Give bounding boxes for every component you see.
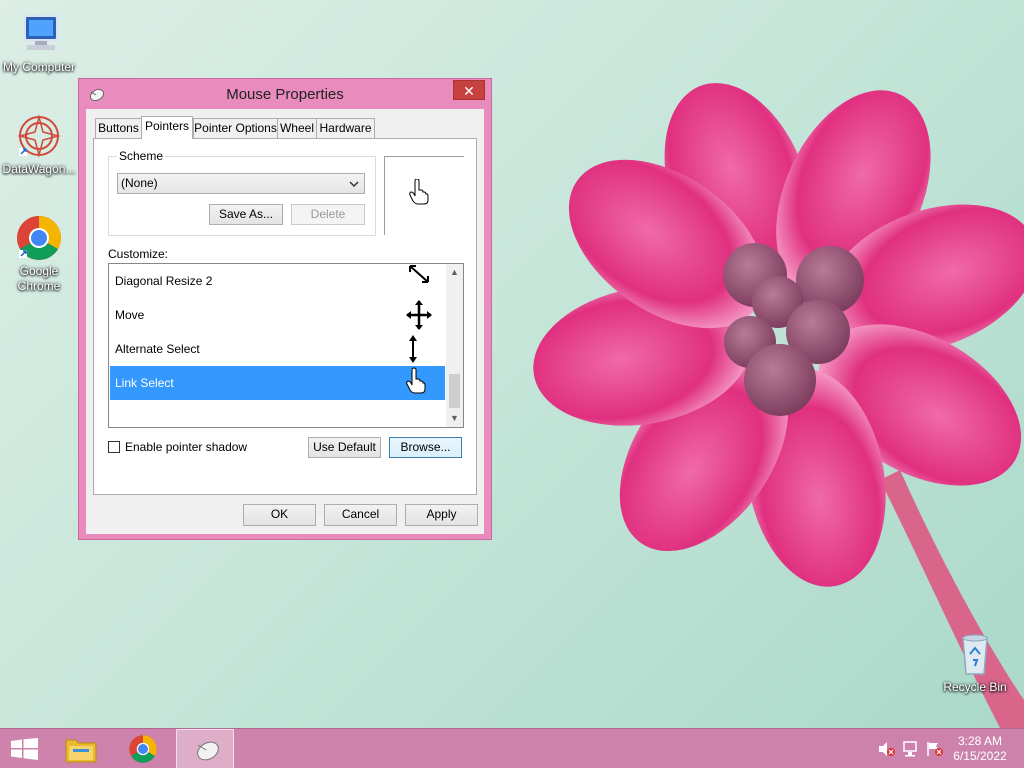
action-center-flag-icon[interactable] — [926, 741, 944, 757]
datawagon-logo-icon — [15, 112, 63, 160]
chevron-down-icon — [349, 181, 359, 188]
use-default-label: Use Default — [313, 440, 376, 454]
taskbar: 3:28 AM 6/15/2022 — [0, 728, 1024, 768]
enable-pointer-shadow-label: Enable pointer shadow — [125, 440, 248, 454]
tab-label: Wheel — [279, 121, 314, 135]
desktop-icon-recycle-bin[interactable]: Recycle Bin — [936, 630, 1014, 695]
speaker-muted-icon[interactable] — [878, 741, 896, 757]
save-as-label: Save As... — [218, 207, 274, 221]
pointer-row-link-select[interactable]: Link Select — [110, 366, 445, 400]
desktop-icon-label: My Computer — [2, 60, 76, 74]
close-icon: ✕ — [463, 83, 475, 99]
pointer-row-diagonal-resize-2[interactable]: Diagonal Resize 2 — [110, 264, 445, 298]
clock[interactable]: 3:28 AM 6/15/2022 — [950, 734, 1010, 764]
save-as-button[interactable]: Save As... — [209, 204, 283, 225]
pointer-name: Link Select — [115, 376, 174, 390]
desktop-icon-my-computer[interactable]: My Computer — [0, 10, 78, 75]
system-tray: 3:28 AM 6/15/2022 — [864, 729, 1024, 768]
tab-label: Buttons — [98, 121, 139, 135]
close-button[interactable]: ✕ — [453, 80, 485, 100]
ok-button[interactable]: OK — [243, 504, 316, 526]
pointer-list-scrollbar[interactable]: ▲ ▼ — [446, 264, 463, 427]
vertical-resize-icon — [409, 335, 417, 363]
network-icon[interactable] — [902, 741, 920, 757]
scroll-up-arrow-icon[interactable]: ▲ — [446, 264, 463, 281]
customize-label: Customize: — [108, 247, 169, 261]
use-default-button[interactable]: Use Default — [308, 437, 381, 458]
taskbar-mouse-properties[interactable] — [176, 729, 234, 768]
scheme-label: Scheme — [117, 149, 166, 163]
move-icon — [406, 300, 432, 330]
taskbar-file-explorer[interactable] — [52, 729, 110, 768]
browse-button[interactable]: Browse... — [389, 437, 462, 458]
diagonal-resize-icon — [409, 265, 429, 283]
scheme-dropdown[interactable]: (None) — [117, 173, 365, 194]
cancel-label: Cancel — [341, 507, 380, 521]
folder-icon — [65, 739, 97, 763]
delete-label: Delete — [310, 207, 346, 221]
mouse-properties-dialog: Mouse Properties ✕ Buttons Pointers Poin… — [78, 78, 492, 540]
pointer-list[interactable]: Diagonal Resize 2 Move Alternate Select — [108, 263, 464, 428]
hand-pointer-icon — [409, 179, 429, 205]
dialog-title: Mouse Properties — [226, 86, 344, 103]
desktop-icon-label: Google Chrome — [17, 264, 61, 293]
scroll-down-arrow-icon[interactable]: ▼ — [446, 410, 463, 427]
pointer-row-alternate-select[interactable]: Alternate Select — [110, 332, 445, 366]
tab-wheel[interactable]: Wheel — [277, 118, 317, 138]
ok-label: OK — [270, 507, 289, 521]
tab-label: Pointers — [144, 119, 190, 133]
desktop-icon-label: DataWagon... — [2, 162, 76, 176]
chrome-icon — [129, 735, 157, 763]
taskbar-chrome[interactable] — [114, 729, 172, 768]
pointer-row-move[interactable]: Move — [110, 298, 445, 332]
desktop-icon-datawagon[interactable]: DataWagon... — [0, 112, 78, 177]
apply-label: Apply — [426, 507, 457, 521]
mouse-icon — [197, 741, 219, 761]
tab-label: Hardware — [319, 121, 372, 135]
tab-buttons[interactable]: Buttons — [95, 118, 142, 138]
tab-pointer-options[interactable]: Pointer Options — [193, 118, 278, 138]
pointer-name: Diagonal Resize 2 — [115, 274, 213, 288]
start-button[interactable] — [0, 729, 50, 768]
hand-pointer-icon — [406, 367, 426, 394]
computer-icon — [15, 10, 63, 58]
scheme-selected-value: (None) — [121, 176, 158, 190]
desktop-icon-label: Recycle Bin — [943, 680, 1007, 694]
recycle-bin-icon — [951, 630, 999, 678]
pointers-tab-panel: Scheme (None) Save As... Delete Customiz… — [93, 138, 477, 495]
desktop-icon-google-chrome[interactable]: Google Chrome — [0, 214, 78, 294]
windows-logo-icon — [11, 738, 38, 760]
tab-pointers[interactable]: Pointers — [141, 116, 193, 139]
delete-button[interactable]: Delete — [291, 204, 365, 225]
clock-date: 6/15/2022 — [953, 749, 1007, 763]
dialog-client-area: Buttons Pointers Pointer Options Wheel H… — [86, 109, 484, 534]
title-bar[interactable]: Mouse Properties ✕ — [79, 79, 491, 109]
pointer-name: Move — [115, 308, 145, 322]
clock-time: 3:28 AM — [957, 734, 1003, 748]
chrome-icon — [15, 214, 63, 262]
scroll-thumb[interactable] — [449, 374, 460, 408]
browse-label: Browse... — [400, 440, 451, 454]
tab-hardware[interactable]: Hardware — [316, 118, 375, 138]
pointer-preview — [384, 156, 464, 235]
scheme-group: Scheme (None) Save As... Delete — [108, 149, 376, 236]
pointer-name: Alternate Select — [115, 342, 200, 356]
enable-pointer-shadow-checkbox[interactable] — [108, 441, 120, 453]
tab-label: Pointer Options — [194, 121, 277, 135]
cancel-button[interactable]: Cancel — [324, 504, 397, 526]
apply-button[interactable]: Apply — [405, 504, 478, 526]
